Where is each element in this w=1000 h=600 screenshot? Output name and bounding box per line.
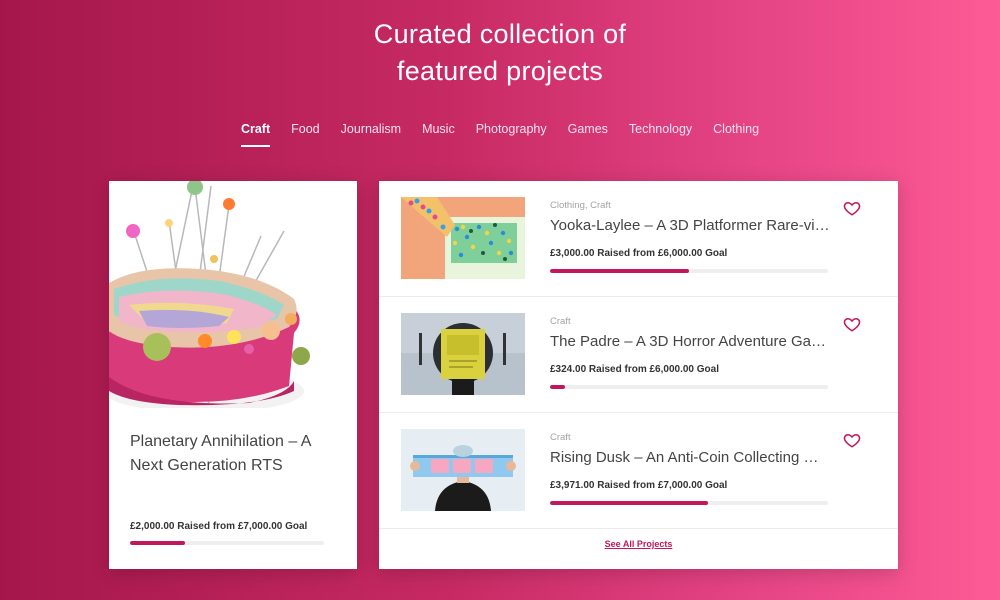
heart-icon[interactable] xyxy=(843,315,861,333)
project-raised: £324.00 Raised from £6,000.00 Goal xyxy=(550,364,719,375)
tab-journalism[interactable]: Journalism xyxy=(341,122,401,136)
featured-project-raised: £2,000.00 Raised from £7,000.00 Goal xyxy=(130,521,308,532)
project-category: Craft xyxy=(550,432,571,443)
featured-progress-bar xyxy=(130,541,324,545)
tab-food[interactable]: Food xyxy=(291,122,320,136)
project-category: Clothing, Craft xyxy=(550,200,611,211)
project-progress-fill xyxy=(550,501,708,505)
page-headline: Curated collection of featured projects xyxy=(0,16,1000,90)
featured-project-title[interactable]: Planetary Annihilation – A Next Generati… xyxy=(130,430,340,478)
project-progress-fill xyxy=(550,269,689,273)
heart-icon[interactable] xyxy=(843,199,861,217)
project-row[interactable]: Clothing, Craft Yooka-Laylee – A 3D Plat… xyxy=(379,181,898,297)
project-row[interactable]: Craft The Padre – A 3D Horror Adventure … xyxy=(379,297,898,413)
featured-project-card[interactable]: Planetary Annihilation – A Next Generati… xyxy=(109,181,357,569)
tab-games[interactable]: Games xyxy=(568,122,608,136)
tab-clothing[interactable]: Clothing xyxy=(713,122,759,136)
heart-icon[interactable] xyxy=(843,431,861,449)
category-tabs: Craft Food Journalism Music Photography … xyxy=(0,122,1000,147)
project-image-rising-dusk xyxy=(401,429,525,511)
project-image-yooka-laylee xyxy=(401,197,525,279)
project-progress-fill xyxy=(550,385,565,389)
project-raised: £3,000.00 Raised from £6,000.00 Goal xyxy=(550,248,728,259)
project-list-card: Clothing, Craft Yooka-Laylee – A 3D Plat… xyxy=(379,181,898,569)
tab-music[interactable]: Music xyxy=(422,122,455,136)
headline-line-1: Curated collection of xyxy=(373,19,627,49)
project-row[interactable]: Craft Rising Dusk – An Anti-Coin Collect… xyxy=(379,413,898,529)
project-progress-bar xyxy=(550,269,828,273)
headline-line-2: featured projects xyxy=(396,56,604,86)
project-raised: £3,971.00 Raised from £7,000.00 Goal xyxy=(550,480,728,491)
featured-project-image xyxy=(109,181,357,408)
tab-technology[interactable]: Technology xyxy=(629,122,692,136)
project-category: Craft xyxy=(550,316,571,327)
project-title[interactable]: Yooka-Laylee – A 3D Platformer Rare-viva… xyxy=(550,217,830,234)
project-progress-bar xyxy=(550,501,828,505)
tab-craft[interactable]: Craft xyxy=(240,122,271,147)
project-title[interactable]: The Padre – A 3D Horror Adventure Game xyxy=(550,333,830,350)
tab-photography[interactable]: Photography xyxy=(476,122,547,136)
see-all-projects-link[interactable]: See All Projects xyxy=(379,539,898,549)
project-progress-bar xyxy=(550,385,828,389)
project-title[interactable]: Rising Dusk – An Anti-Coin Collecting Ga… xyxy=(550,449,830,466)
project-image-the-padre xyxy=(401,313,525,395)
featured-progress-fill xyxy=(130,541,186,545)
